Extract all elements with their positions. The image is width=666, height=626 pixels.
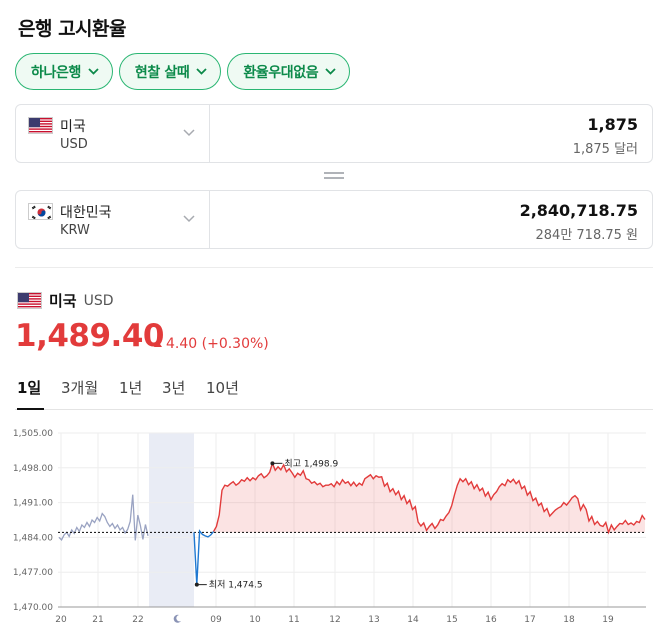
x-tick-label: 14: [407, 615, 419, 625]
equals-icon: [324, 172, 344, 182]
chip-label: 환율우대없음: [243, 64, 319, 81]
x-tick-label: 21: [92, 615, 103, 625]
y-tick-label: 1,498.00: [13, 464, 53, 474]
to-amount-text: 284만 718.75 원: [535, 228, 639, 243]
y-tick-label: 1,491.00: [13, 499, 53, 509]
chevron-down-icon: [183, 215, 195, 223]
tab-10y[interactable]: 10년: [206, 377, 239, 410]
x-tick-label: 10: [249, 615, 261, 625]
us-flag-icon: [28, 117, 53, 134]
x-tick-label: 16: [485, 615, 497, 625]
up-arrow-icon: [154, 341, 162, 347]
x-tick-label: 17: [524, 615, 535, 625]
chip-label: 현찰 살때: [134, 64, 190, 81]
tab-3y[interactable]: 3년: [162, 377, 185, 410]
from-currency-box: 미국 USD 1,875 1,875 달러: [15, 104, 653, 163]
section-divider: [15, 267, 653, 268]
x-tick-label: 22: [132, 615, 143, 625]
x-tick-label: 09: [210, 615, 222, 625]
y-tick-label: 1,484.00: [13, 533, 53, 543]
x-tick-label: 12: [329, 615, 340, 625]
y-tick-label: 1,470.00: [13, 603, 53, 613]
from-amount-text: 1,875 달러: [572, 142, 638, 157]
tab-1y[interactable]: 1년: [119, 377, 142, 410]
filter-chips: 하나은행 현찰 살때 환율우대없음: [15, 53, 351, 90]
previous-day-line: [58, 494, 149, 541]
chevron-down-icon: [196, 68, 207, 75]
currency-code: USD: [83, 292, 114, 309]
us-flag-icon: [17, 292, 42, 309]
x-tick-label: 15: [446, 615, 457, 625]
kr-flag-icon: [28, 203, 53, 220]
chevron-down-icon: [325, 68, 336, 75]
preferential-rate-chip[interactable]: 환율우대없음: [227, 53, 351, 90]
to-currency-code: KRW: [60, 223, 90, 238]
current-rate: 1,489.40: [15, 318, 164, 354]
to-currency-box: 대한민국 KRW 2,840,718.75 284만 718.75 원: [15, 190, 653, 249]
x-tick-label: 13: [368, 615, 379, 625]
rate-type-chip[interactable]: 현찰 살때: [118, 53, 222, 90]
y-tick-label: 1,505.00: [13, 429, 53, 439]
chevron-down-icon: [183, 129, 195, 137]
y-tick-label: 1,477.00: [13, 568, 53, 578]
rate-change-value: 4.40 (+0.30%): [166, 336, 269, 352]
x-tick-label: 19: [602, 615, 614, 625]
x-tick-label: 20: [55, 615, 67, 625]
from-amount-input[interactable]: 1,875: [587, 115, 638, 134]
tab-1d[interactable]: 1일: [17, 377, 44, 410]
bank-select-chip[interactable]: 하나은행: [15, 53, 113, 90]
from-currency-name: 미국: [60, 119, 86, 135]
tab-3m[interactable]: 3개월: [61, 377, 98, 410]
chip-label: 하나은행: [31, 64, 81, 81]
x-tick-label: 18: [563, 615, 575, 625]
to-currency-name: 대한민국: [60, 205, 112, 221]
currency-header: 미국 USD: [17, 290, 114, 311]
x-tick-label: 11: [288, 615, 299, 625]
from-currency-select[interactable]: 미국 USD: [16, 105, 210, 162]
rate-chart[interactable]: 1,505.00 1,498.00 1,491.00 1,484.00 1,477.00…: [0, 420, 666, 626]
low-label: 최저 1,474.5: [209, 580, 263, 591]
today-area-fill: [213, 463, 645, 533]
moon-icon: [173, 614, 181, 623]
page-title: 은행 고시환율: [18, 18, 127, 40]
rate-change: 4.40 (+0.30%): [154, 336, 269, 352]
period-tabs: 1일 3개월 1년 3년 10년: [15, 377, 653, 410]
today-down-line: [193, 529, 215, 585]
market-closed-band: [149, 433, 194, 607]
chevron-down-icon: [88, 68, 99, 75]
to-amount-input[interactable]: 2,840,718.75: [520, 201, 638, 220]
to-currency-select[interactable]: 대한민국 KRW: [16, 191, 210, 248]
from-currency-code: USD: [60, 137, 88, 152]
currency-name: 미국: [49, 292, 77, 310]
high-label: 최고 1,498.9: [284, 458, 338, 469]
